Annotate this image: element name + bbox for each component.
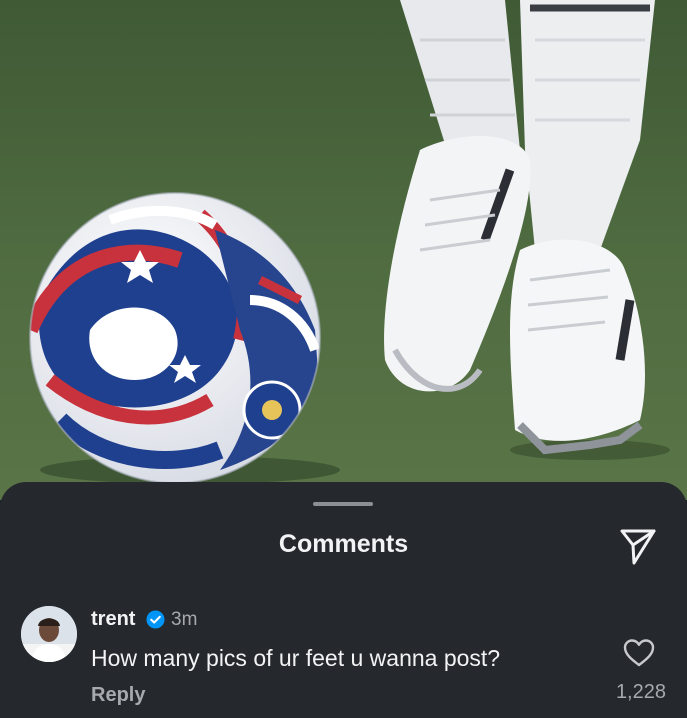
avatar[interactable]	[21, 606, 77, 662]
post-photo	[0, 0, 687, 500]
verified-badge-icon	[146, 610, 165, 629]
sheet-title: Comments	[278, 530, 409, 558]
share-button[interactable]	[618, 526, 658, 566]
reply-button[interactable]: Reply	[91, 684, 145, 707]
comments-sheet: Comments trent 3m How many pics of ur fe…	[0, 482, 687, 718]
comment-timestamp: 3m	[171, 609, 198, 630]
like-button[interactable]	[622, 636, 656, 670]
paper-plane-icon	[620, 529, 656, 565]
soccer-ball	[29, 192, 321, 484]
comment-text: How many pics of ur feet u wanna post?	[91, 645, 501, 671]
heart-icon	[623, 639, 655, 667]
sheet-drag-handle[interactable]	[313, 502, 373, 506]
comment-username[interactable]: trent	[91, 608, 135, 631]
like-count: 1,228	[615, 681, 666, 703]
